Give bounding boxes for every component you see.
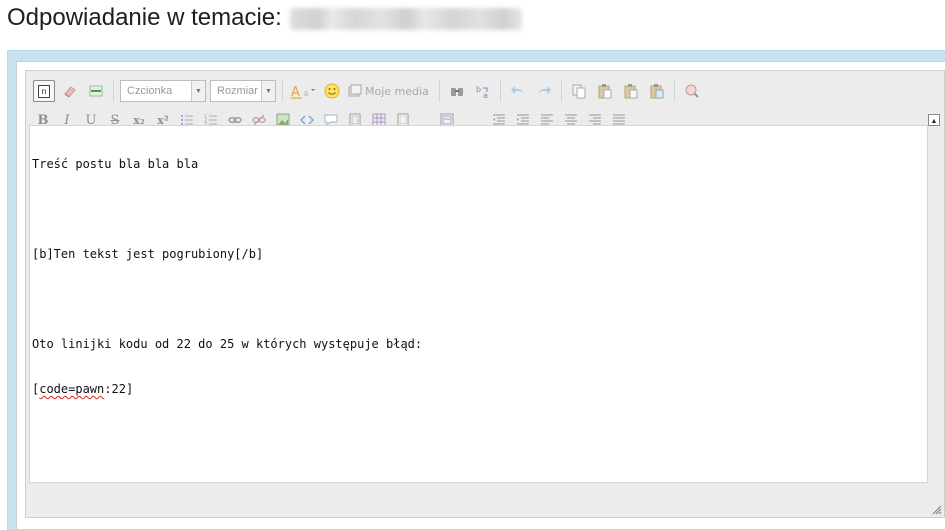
font-family-label: Czcionka <box>127 85 173 97</box>
remove-format-button[interactable] <box>59 80 81 102</box>
topic-name-redacted <box>289 7 522 30</box>
my-media-label: Moje media <box>365 84 429 98</box>
text-line: [code=pawn:22] <box>32 382 925 397</box>
horizontal-rule-button[interactable] <box>85 80 107 102</box>
rich-text-editor: n Czcionka ▼ Rozmiar ▼ A a Moje media b … <box>25 70 945 518</box>
editor-status-bar <box>26 495 944 517</box>
eraser-icon <box>64 86 76 98</box>
font-size-label: Rozmiar <box>217 85 258 97</box>
my-media-button[interactable]: Moje media <box>347 80 433 102</box>
undo-icon <box>510 86 524 94</box>
text-line: Oto linijki kodu od 22 do 25 w których w… <box>32 337 423 351</box>
toolbar-separator <box>438 80 440 102</box>
undo-button[interactable] <box>507 80 529 102</box>
text-line: [b]Ten tekst jest pogrubiony[/b] <box>32 247 264 261</box>
paste-icon <box>598 84 612 99</box>
page-title: Odpowiadanie w temacie: <box>7 4 522 32</box>
find-button[interactable] <box>446 80 468 102</box>
source-icon: n <box>38 84 50 98</box>
toolbar-row-1: n Czcionka ▼ Rozmiar ▼ A a Moje media b … <box>31 77 705 105</box>
paste-word-button[interactable] <box>646 80 668 102</box>
page-title-text: Odpowiadanie w temacie: <box>7 4 282 31</box>
font-size-select[interactable]: Rozmiar ▼ <box>210 80 276 102</box>
resize-grip-icon[interactable] <box>930 503 942 515</box>
reply-form-frame: n Czcionka ▼ Rozmiar ▼ A a Moje media b … <box>7 50 945 530</box>
spellcheck-button[interactable] <box>681 80 703 102</box>
binoculars-icon <box>450 88 463 96</box>
text-line <box>32 292 925 307</box>
svg-text:A: A <box>291 85 300 99</box>
post-content-textarea[interactable]: Treść postu bla bla bla [b]Ten tekst jes… <box>29 125 928 483</box>
misspelled-word: code=pawn <box>39 382 105 396</box>
toolbar-separator <box>560 80 562 102</box>
svg-text:a: a <box>483 91 488 99</box>
paste-text-icon <box>624 84 638 99</box>
media-icon <box>348 84 362 97</box>
toolbar-separator <box>499 80 501 102</box>
replace-icon: ba <box>476 85 488 99</box>
text-color-button[interactable]: Aa <box>289 80 317 102</box>
copy-icon <box>572 84 586 99</box>
code-tag-suffix: :22] <box>104 382 134 396</box>
reply-form-inner: n Czcionka ▼ Rozmiar ▼ A a Moje media b … <box>16 61 945 529</box>
horizontal-rule-icon <box>89 85 103 97</box>
toolbar-separator <box>282 80 283 102</box>
paste-button[interactable] <box>594 80 616 102</box>
text-line <box>32 202 925 217</box>
font-family-select[interactable]: Czcionka ▼ <box>120 80 206 102</box>
svg-text:a: a <box>303 89 309 99</box>
collapse-icon: ▲ <box>930 118 938 125</box>
chevron-down-icon: ▼ <box>191 81 205 101</box>
paste-text-button[interactable] <box>620 80 642 102</box>
copy-button[interactable] <box>568 80 590 102</box>
smiley-icon <box>324 83 340 99</box>
emoticon-button[interactable] <box>321 80 343 102</box>
replace-button[interactable]: ba <box>472 80 494 102</box>
spellcheck-icon <box>685 84 699 98</box>
text-line: Treść postu bla bla bla <box>32 157 199 171</box>
paste-word-icon <box>650 84 664 99</box>
text-color-icon: Aa <box>291 85 315 99</box>
redo-icon <box>537 86 551 94</box>
collapse-toolbar-button[interactable]: ▲ <box>928 114 940 126</box>
source-mode-button[interactable]: n <box>33 80 55 102</box>
chevron-down-icon: ▼ <box>261 81 275 101</box>
toolbar-separator <box>113 80 114 102</box>
redo-button[interactable] <box>533 80 555 102</box>
svg-text:b: b <box>476 85 481 94</box>
toolbar-separator <box>673 80 675 102</box>
